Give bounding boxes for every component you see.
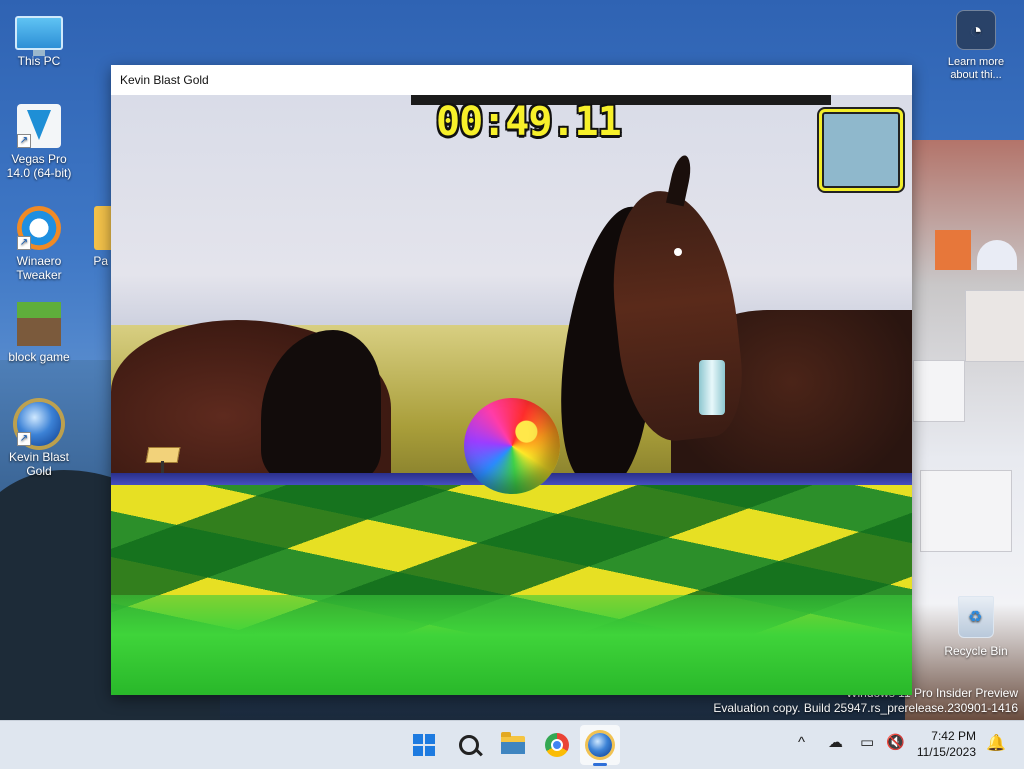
search-icon bbox=[459, 735, 479, 755]
wallpaper-building bbox=[920, 470, 1012, 552]
game-viewport[interactable]: 00:49.11 bbox=[111, 95, 912, 695]
desktop-icon-label: Recycle Bin bbox=[944, 644, 1008, 658]
watermark-build: Evaluation copy. Build 25947.rs_prerelea… bbox=[713, 701, 1018, 715]
horse-eye bbox=[674, 248, 682, 256]
desktop-icon-block-game[interactable]: block game bbox=[1, 302, 77, 364]
learn-more-widget[interactable]: ◔ Learn more about thi... bbox=[940, 10, 1012, 82]
grass-block-icon bbox=[17, 302, 61, 346]
tray-overflow-chevron-icon[interactable]: ^ bbox=[798, 733, 805, 753]
clock-time: 7:42 PM bbox=[931, 729, 976, 743]
desktop-icon-vegas-pro[interactable]: ↗ Vegas Pro 14.0 (64-bit) bbox=[1, 104, 77, 180]
desktop-icon-kevin-blast-gold[interactable]: ↗ Kevin Blast Gold bbox=[1, 402, 77, 478]
folder-icon bbox=[501, 732, 525, 754]
start-button[interactable] bbox=[404, 725, 444, 765]
learn-more-label: Learn more about thi... bbox=[947, 56, 1005, 81]
wallpaper-building bbox=[913, 360, 965, 422]
signpost-pole bbox=[161, 461, 164, 473]
desktop-icon-recycle-bin[interactable]: ♻ Recycle Bin bbox=[940, 596, 1012, 658]
desktop-icon-label: block game bbox=[8, 350, 70, 364]
floor-foreground bbox=[111, 595, 912, 695]
desktop-icon-this-pc[interactable]: This PC bbox=[1, 10, 77, 68]
horse-ear bbox=[665, 153, 695, 207]
active-app-indicator bbox=[593, 763, 607, 766]
file-explorer-button[interactable] bbox=[493, 725, 533, 765]
wallpaper-lit-window bbox=[935, 230, 971, 270]
volume-muted-icon[interactable]: 🔇 bbox=[886, 733, 905, 753]
desktop-icon-partial[interactable]: Pa bbox=[72, 206, 112, 268]
window-titlebar[interactable]: Kevin Blast Gold bbox=[111, 65, 912, 95]
kevin-blast-gold-taskbar-button[interactable] bbox=[580, 725, 620, 765]
taskbar: ^ ☁ ▭ 🔇 7:42 PM 11/15/2023 🔔 bbox=[0, 720, 1024, 769]
powerup-slot bbox=[819, 109, 903, 191]
desktop-icon-label: This PC bbox=[17, 54, 61, 68]
bell-icon[interactable]: 🔔 bbox=[986, 733, 1006, 753]
shortcut-arrow-icon: ↗ bbox=[17, 432, 31, 446]
cloud-offline-icon[interactable]: ☁ bbox=[828, 733, 843, 753]
desktop-icon-label: Pa bbox=[93, 254, 108, 268]
chrome-icon bbox=[545, 733, 569, 757]
shortcut-arrow-icon: ↗ bbox=[17, 134, 31, 148]
desktop-icon-label: Winaero Tweaker bbox=[16, 254, 62, 282]
chrome-button[interactable] bbox=[537, 725, 577, 765]
kevin-blast-gold-icon: ↗ bbox=[17, 402, 61, 446]
window-title: Kevin Blast Gold bbox=[120, 73, 209, 87]
network-icon[interactable]: ▭ bbox=[860, 733, 874, 753]
clock-date: 11/15/2023 bbox=[916, 745, 976, 759]
desktop-icon-label: Vegas Pro 14.0 (64-bit) bbox=[6, 152, 72, 180]
lantern-object bbox=[699, 360, 725, 415]
search-button[interactable] bbox=[449, 725, 489, 765]
clock[interactable]: 7:42 PM 11/15/2023 bbox=[912, 728, 976, 760]
folder-icon bbox=[94, 206, 112, 250]
vegas-pro-icon: ↗ bbox=[17, 104, 61, 148]
game-window[interactable]: Kevin Blast Gold 00:49.11 bbox=[111, 65, 912, 695]
desktop-icon-label: Kevin Blast Gold bbox=[8, 450, 70, 478]
winaero-tweaker-icon: ↗ bbox=[17, 206, 61, 250]
kevin-blast-gold-icon bbox=[588, 733, 612, 757]
desktop-icon-winaero-tweaker[interactable]: ↗ Winaero Tweaker bbox=[1, 206, 77, 282]
windows-logo-icon bbox=[413, 734, 435, 756]
wallpaper-dome bbox=[977, 240, 1017, 270]
wallpaper-building bbox=[965, 290, 1024, 362]
game-timer: 00:49.11 bbox=[436, 99, 622, 145]
learn-more-icon: ◔ bbox=[956, 10, 996, 50]
player-ball bbox=[464, 398, 560, 494]
recycle-bin-icon: ♻ bbox=[958, 596, 994, 638]
computer-icon bbox=[15, 16, 63, 56]
shortcut-arrow-icon: ↗ bbox=[17, 236, 31, 250]
